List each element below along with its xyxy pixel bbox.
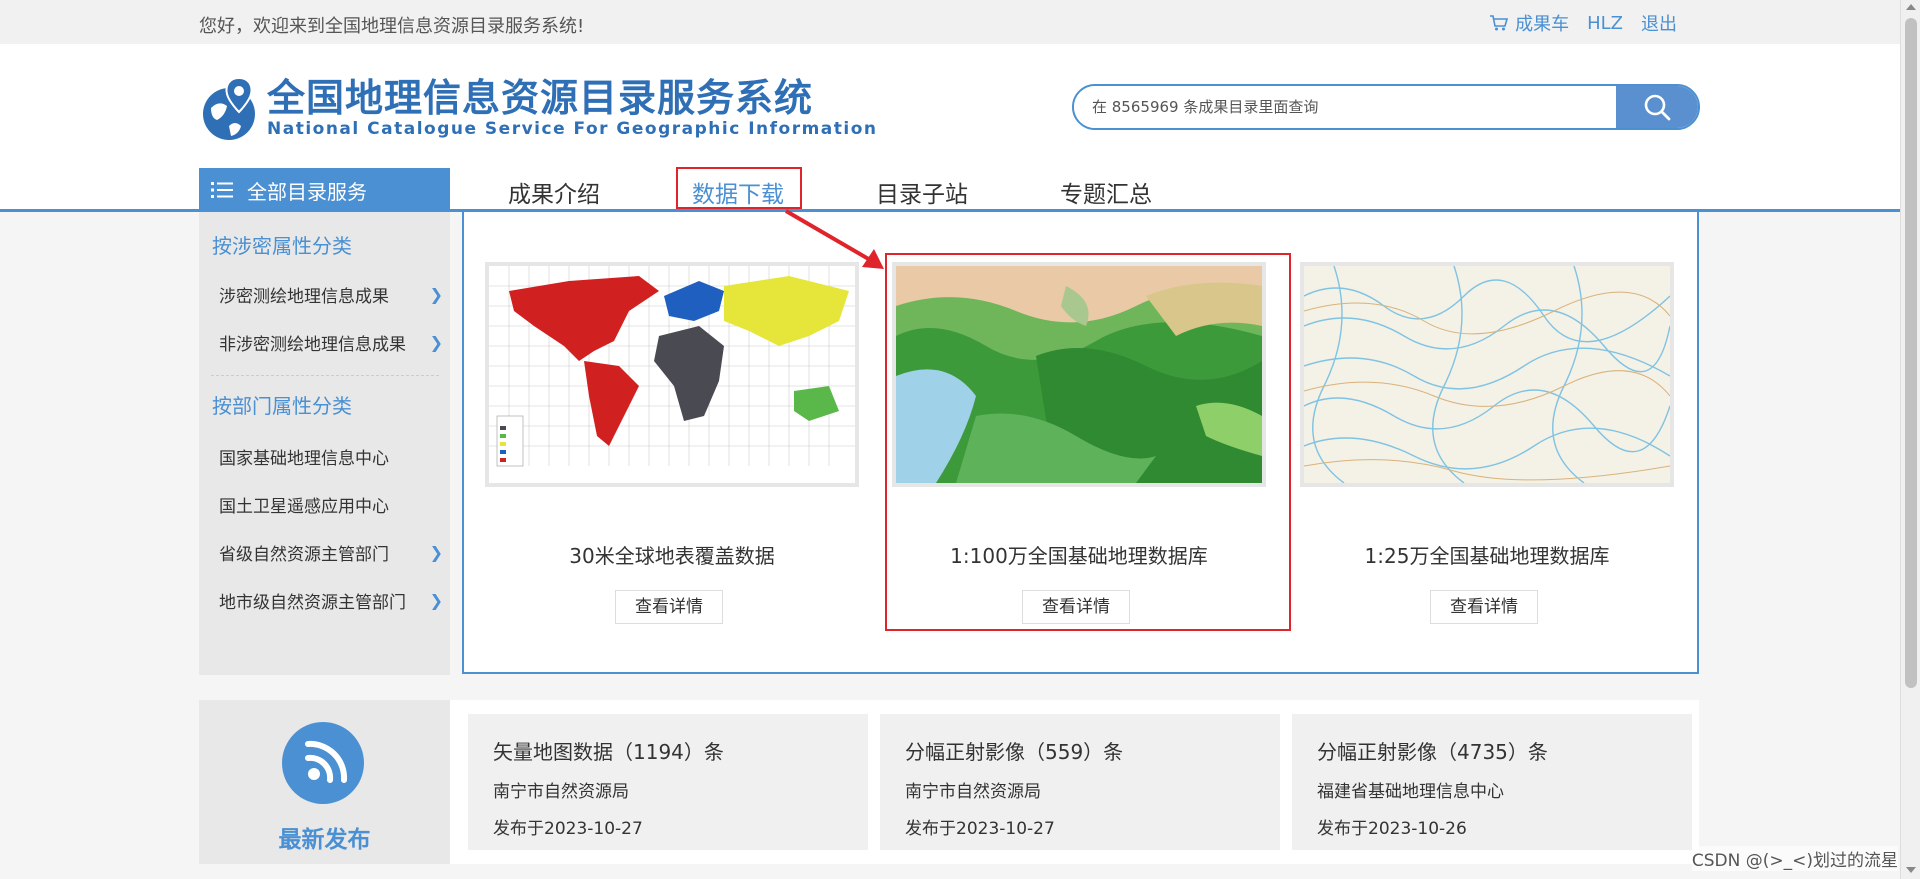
- topographic-map-image: [1304, 266, 1670, 483]
- product-card: 1:25万全国基础地理数据库 查看详情: [1300, 262, 1674, 624]
- news-date: 发布于2023-10-26: [1317, 819, 1467, 839]
- category-sidebar: 按涉密属性分类 涉密测绘地理信息成果 ❯ 非涉密测绘地理信息成果 ❯ 按部门属性…: [199, 212, 450, 675]
- all-catalog-button[interactable]: 全部目录服务: [199, 168, 450, 212]
- chevron-right-icon: ❯: [429, 543, 443, 562]
- search-icon: [1644, 94, 1671, 121]
- chevron-right-icon: ❯: [429, 285, 443, 304]
- news-item[interactable]: 矢量地图数据（1194）条 南宁市自然资源局 发布于2023-10-27: [468, 714, 868, 850]
- sidebar-item-label: 省级自然资源主管部门: [219, 545, 389, 565]
- annotation-arrow-icon: [784, 209, 884, 269]
- main-nav: 成果介绍 数据下载 目录子站 专题汇总: [508, 167, 1244, 216]
- news-title[interactable]: 分幅正射影像（559）条: [905, 736, 1280, 765]
- cart-link[interactable]: 成果车: [1489, 10, 1569, 36]
- page-scrollbar[interactable]: [1900, 0, 1920, 879]
- news-item[interactable]: 分幅正射影像（4735）条 福建省基础地理信息中心 发布于2023-10-26: [1292, 714, 1692, 850]
- news-item[interactable]: 分幅正射影像（559）条 南宁市自然资源局 发布于2023-10-27: [880, 714, 1280, 850]
- news-date: 发布于2023-10-27: [905, 819, 1055, 839]
- site-logo[interactable]: 全国地理信息资源目录服务系统 National Catalogue Servic…: [199, 74, 878, 142]
- product-title[interactable]: 1:25万全国基础地理数据库: [1300, 540, 1674, 569]
- news-date: 发布于2023-10-27: [493, 819, 643, 839]
- product-thumbnail[interactable]: [1300, 262, 1674, 487]
- sidebar-item-label: 涉密测绘地理信息成果: [219, 287, 389, 307]
- news-source: 南宁市自然资源局: [905, 782, 1041, 802]
- sidebar-item-national-center[interactable]: 国家基础地理信息中心: [219, 444, 443, 469]
- site-subtitle: National Catalogue Service For Geographi…: [267, 119, 878, 139]
- world-map-image: [489, 266, 855, 483]
- top-links: 成果车 HLZ 退出: [1489, 10, 1677, 36]
- chevron-right-icon: ❯: [429, 591, 443, 610]
- nav-item-intro[interactable]: 成果介绍: [508, 175, 692, 209]
- scroll-thumb[interactable]: [1905, 18, 1917, 688]
- sidebar-item-label: 非涉密测绘地理信息成果: [219, 335, 406, 355]
- search-box: [1072, 84, 1700, 130]
- card-highlight-box: [885, 253, 1291, 631]
- scroll-down-icon[interactable]: [1906, 867, 1916, 873]
- sidebar-group-secret: 按涉密属性分类: [212, 234, 352, 258]
- highlight-box: [676, 167, 802, 209]
- list-icon: [211, 182, 233, 198]
- cart-label: 成果车: [1515, 14, 1570, 35]
- user-link[interactable]: HLZ: [1587, 13, 1623, 34]
- view-details-button[interactable]: 查看详情: [1430, 590, 1538, 624]
- search-button[interactable]: [1616, 86, 1698, 128]
- sidebar-item-secret[interactable]: 涉密测绘地理信息成果 ❯: [219, 282, 443, 307]
- latest-releases: 最新发布 矢量地图数据（1194）条 南宁市自然资源局 发布于2023-10-2…: [199, 700, 1699, 864]
- top-bar: 您好，欢迎来到全国地理信息资源目录服务系统! 成果车 HLZ 退出: [0, 0, 1900, 44]
- sidebar-item-municipal[interactable]: 地市级自然资源主管部门 ❯: [219, 588, 443, 613]
- sidebar-item-label: 地市级自然资源主管部门: [219, 593, 406, 613]
- view-details-button[interactable]: 查看详情: [615, 590, 723, 624]
- nav-item-topics[interactable]: 专题汇总: [1060, 175, 1244, 209]
- product-card: 30米全球地表覆盖数据 查看详情: [485, 262, 859, 624]
- watermark: CSDN @(>_<)划过的流星: [1691, 846, 1898, 871]
- nav-item-substations[interactable]: 目录子站: [876, 175, 1060, 209]
- logout-link[interactable]: 退出: [1641, 10, 1677, 36]
- sidebar-item-nonsecret[interactable]: 非涉密测绘地理信息成果 ❯: [219, 330, 443, 355]
- site-title: 全国地理信息资源目录服务系统: [267, 76, 814, 120]
- sidebar-item-satellite-center[interactable]: 国土卫星遥感应用中心: [219, 492, 443, 517]
- latest-label: 最新发布: [278, 827, 371, 853]
- all-catalog-label: 全部目录服务: [247, 179, 367, 204]
- scroll-up-icon[interactable]: [1906, 4, 1916, 10]
- cart-icon: [1490, 15, 1509, 31]
- sidebar-group-dept: 按部门属性分类: [212, 394, 352, 418]
- chevron-right-icon: ❯: [429, 333, 443, 352]
- product-thumbnail[interactable]: [485, 262, 859, 487]
- news-source: 南宁市自然资源局: [493, 782, 629, 802]
- news-title[interactable]: 分幅正射影像（4735）条: [1317, 736, 1692, 765]
- news-source: 福建省基础地理信息中心: [1317, 782, 1504, 802]
- rss-icon: [282, 722, 364, 804]
- nav-item-download[interactable]: 数据下载: [676, 167, 876, 216]
- sidebar-item-label: 国家基础地理信息中心: [219, 449, 389, 469]
- news-title[interactable]: 矢量地图数据（1194）条: [493, 736, 868, 765]
- welcome-text: 您好，欢迎来到全国地理信息资源目录服务系统!: [199, 16, 585, 37]
- product-title[interactable]: 30米全球地表覆盖数据: [485, 540, 859, 569]
- sidebar-divider: [211, 375, 439, 376]
- sidebar-item-provincial[interactable]: 省级自然资源主管部门 ❯: [219, 540, 443, 565]
- sidebar-item-label: 国土卫星遥感应用中心: [219, 497, 389, 517]
- globe-pin-icon: [203, 76, 255, 140]
- search-input[interactable]: [1074, 86, 1616, 128]
- latest-badge: 最新发布: [199, 700, 450, 864]
